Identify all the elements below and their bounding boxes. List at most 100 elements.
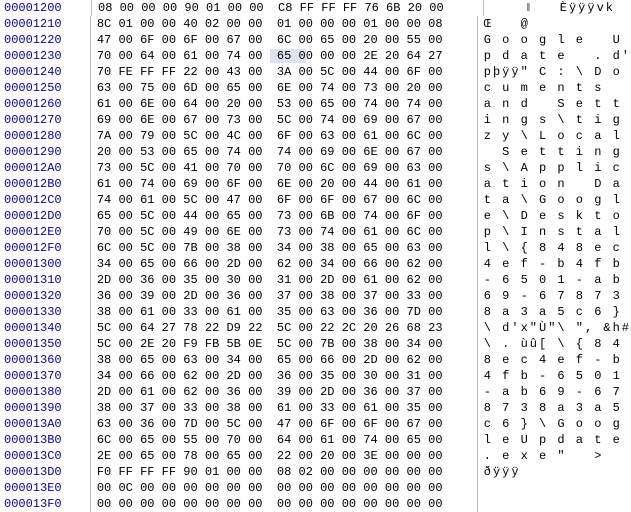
hex-cell[interactable]: 69 00 6E 00 67 00 73 00 5C 00 74 00 69 0… xyxy=(91,112,478,128)
ascii-cell[interactable]: - a b 6 9 - 6 7 xyxy=(478,384,631,400)
hex-row[interactable]: 000012108C 01 00 00 40 02 00 00 01 00 00… xyxy=(0,16,631,32)
hex-cell[interactable]: 7A 00 79 00 5C 00 4C 00 6F 00 63 00 61 0… xyxy=(91,128,478,144)
hex-cell[interactable]: 61 00 74 00 69 00 6F 00 6E 00 20 00 44 0… xyxy=(91,176,478,192)
hex-row[interactable]: 000012D065 00 5C 00 44 00 65 00 73 00 6B… xyxy=(0,208,631,224)
ascii-cell[interactable]: z y \ L o c a l xyxy=(478,128,631,144)
ascii-cell[interactable]: a t i o n D a xyxy=(478,176,631,192)
ascii-cell[interactable]: 8 a 3 a 5 c 6 } xyxy=(478,304,631,320)
hex-row[interactable]: 000013F000 00 00 00 00 00 00 00 00 00 00… xyxy=(0,496,631,512)
ascii-cell[interactable]: 8 7 3 8 a 3 a 5 xyxy=(478,400,631,416)
hex-cell[interactable]: 74 00 61 00 5C 00 47 00 6F 00 6F 00 67 0… xyxy=(91,192,478,208)
ascii-cell[interactable]: 4 e f - b 4 f b xyxy=(478,256,631,272)
ascii-cell[interactable]: S e t t i n g xyxy=(478,144,631,160)
hex-row[interactable]: 000012A073 00 5C 00 41 00 70 00 70 00 6C… xyxy=(0,160,631,176)
ascii-cell[interactable]: ‖ Èÿÿÿvk xyxy=(484,0,624,16)
hex-row[interactable]: 0000136038 00 65 00 63 00 34 00 65 00 66… xyxy=(0,352,631,368)
ascii-cell[interactable]: l \ { 8 4 8 e c xyxy=(478,240,631,256)
ascii-cell[interactable]: \ d'x"Ù"\ ", &h# xyxy=(478,320,631,336)
ascii-cell[interactable]: p d a t e . d' xyxy=(478,48,631,64)
hex-row[interactable]: 000012807A 00 79 00 5C 00 4C 00 6F 00 63… xyxy=(0,128,631,144)
hex-cell[interactable]: 2D 00 61 00 62 00 36 00 39 00 2D 00 36 0… xyxy=(91,384,478,400)
hex-row[interactable]: 0000127069 00 6E 00 67 00 73 00 5C 00 74… xyxy=(0,112,631,128)
ascii-cell[interactable]: Œ @ xyxy=(478,16,631,32)
hex-cell[interactable]: 73 00 5C 00 41 00 70 00 70 00 6C 00 69 0… xyxy=(91,160,478,176)
ascii-cell[interactable] xyxy=(478,496,631,512)
ascii-cell[interactable]: e \ D e s k t o xyxy=(478,208,631,224)
hex-cell[interactable]: 2E 00 65 00 78 00 65 00 22 00 20 00 3E 0… xyxy=(91,448,478,464)
ascii-cell[interactable]: l e U p d a t e xyxy=(478,432,631,448)
hex-row[interactable]: 000012C074 00 61 00 5C 00 47 00 6F 00 6F… xyxy=(0,192,631,208)
hex-row[interactable]: 0000129020 00 53 00 65 00 74 00 74 00 69… xyxy=(0,144,631,160)
hex-row[interactable]: 000013802D 00 61 00 62 00 36 00 39 00 2D… xyxy=(0,384,631,400)
hex-cell[interactable]: 38 00 37 00 33 00 38 00 61 00 33 00 61 0… xyxy=(91,400,478,416)
ascii-cell[interactable]: p \ I n s t a l xyxy=(478,224,631,240)
hex-row[interactable]: 0000126061 00 6E 00 64 00 20 00 53 00 65… xyxy=(0,96,631,112)
hex-cell[interactable]: 5C 00 2E 20 F9 FB 5B 0E 5C 00 7B 00 38 0… xyxy=(91,336,478,352)
hex-cell[interactable]: 6C 00 65 00 55 00 70 00 64 00 61 00 74 0… xyxy=(91,432,478,448)
hex-cell[interactable]: 36 00 39 00 2D 00 36 00 37 00 38 00 37 0… xyxy=(91,288,478,304)
hex-cell[interactable]: 2D 00 36 00 35 00 30 00 31 00 2D 00 61 0… xyxy=(91,272,478,288)
hex-row[interactable]: 0000130034 00 65 00 66 00 2D 00 62 00 34… xyxy=(0,256,631,272)
ascii-cell[interactable]: - 6 5 0 1 - a b xyxy=(478,272,631,288)
hex-cell[interactable]: 65 00 5C 00 44 00 65 00 73 00 6B 00 74 0… xyxy=(91,208,478,224)
hex-cell[interactable]: 6C 00 5C 00 7B 00 38 00 34 00 38 00 65 0… xyxy=(91,240,478,256)
hex-cell[interactable]: 70 FE FF FF 22 00 43 00 3A 00 5C 00 44 0… xyxy=(91,64,478,80)
hex-row[interactable]: 000013E000 0C 00 00 00 00 00 00 00 00 00… xyxy=(0,480,631,496)
hex-viewer[interactable]: 0000120008 00 00 00 90 01 00 00 C8 FF FF… xyxy=(0,0,631,512)
hex-cell[interactable]: 8C 01 00 00 40 02 00 00 01 00 00 00 01 0… xyxy=(91,16,478,32)
ascii-cell[interactable]: c u m e n t s xyxy=(478,80,631,96)
ascii-cell[interactable]: 6 9 - 6 7 8 7 3 xyxy=(478,288,631,304)
hex-cell[interactable]: 38 00 61 00 33 00 61 00 35 00 63 00 36 0… xyxy=(91,304,478,320)
ascii-cell[interactable]: c 6 } \ G o o g xyxy=(478,416,631,432)
hex-row[interactable]: 000013B06C 00 65 00 55 00 70 00 64 00 61… xyxy=(0,432,631,448)
offset-cell: 000013F0 xyxy=(0,496,91,512)
hex-row[interactable]: 0000132036 00 39 00 2D 00 36 00 37 00 38… xyxy=(0,288,631,304)
hex-cell[interactable]: 63 00 75 00 6D 00 65 00 6E 00 74 00 73 0… xyxy=(91,80,478,96)
ascii-cell[interactable]: ðÿÿÿ xyxy=(478,464,631,480)
hex-row[interactable]: 000012B061 00 74 00 69 00 6F 00 6E 00 20… xyxy=(0,176,631,192)
hex-cell[interactable]: 70 00 5C 00 49 00 6E 00 73 00 74 00 61 0… xyxy=(91,224,478,240)
hex-cell[interactable]: 00 00 00 00 00 00 00 00 00 00 00 00 00 0… xyxy=(91,496,478,512)
hex-cell[interactable]: 00 0C 00 00 00 00 00 00 00 00 00 00 00 0… xyxy=(91,480,478,496)
ascii-cell[interactable]: i n g s \ t i g xyxy=(478,112,631,128)
hex-cell[interactable]: 08 00 00 00 90 01 00 00 C8 FF FF FF 76 6… xyxy=(92,0,484,16)
ascii-cell[interactable] xyxy=(478,480,631,496)
hex-row[interactable]: 000013C02E 00 65 00 78 00 65 00 22 00 20… xyxy=(0,448,631,464)
ascii-cell[interactable]: 4 f b - 6 5 0 1 xyxy=(478,368,631,384)
hex-row[interactable]: 000013405C 00 64 27 78 22 D9 22 5C 00 22… xyxy=(0,320,631,336)
ascii-cell[interactable]: a n d S e t t xyxy=(478,96,631,112)
hex-row[interactable]: 0000124070 FE FF FF 22 00 43 00 3A 00 5C… xyxy=(0,64,631,80)
ascii-cell[interactable]: \ . ùû[ \ { 8 4 xyxy=(478,336,631,352)
hex-cell[interactable]: 70 00 64 00 61 00 74 00 65 00 00 00 2E 2… xyxy=(91,48,478,64)
ascii-cell[interactable]: 8 e c 4 e f - b xyxy=(478,352,631,368)
ascii-cell[interactable]: G o o g l e U xyxy=(478,32,631,48)
hex-row[interactable]: 0000120008 00 00 00 90 01 00 00 C8 FF FF… xyxy=(0,0,631,16)
hex-row[interactable]: 000013505C 00 2E 20 F9 FB 5B 0E 5C 00 7B… xyxy=(0,336,631,352)
hex-cell[interactable]: F0 FF FF FF 90 01 00 00 08 02 00 00 00 0… xyxy=(91,464,478,480)
hex-cell[interactable]: 38 00 65 00 63 00 34 00 65 00 66 00 2D 0… xyxy=(91,352,478,368)
hex-row[interactable]: 000013102D 00 36 00 35 00 30 00 31 00 2D… xyxy=(0,272,631,288)
offset-cell: 00001250 xyxy=(0,80,91,96)
hex-row[interactable]: 000012F06C 00 5C 00 7B 00 38 00 34 00 38… xyxy=(0,240,631,256)
hex-row[interactable]: 0000133038 00 61 00 33 00 61 00 35 00 63… xyxy=(0,304,631,320)
hex-row[interactable]: 0000123070 00 64 00 61 00 74 00 65 00 00… xyxy=(0,48,631,64)
ascii-cell[interactable]: s \ A p p l i c xyxy=(478,160,631,176)
hex-row[interactable]: 000012E070 00 5C 00 49 00 6E 00 73 00 74… xyxy=(0,224,631,240)
hex-cell[interactable]: 61 00 6E 00 64 00 20 00 53 00 65 00 74 0… xyxy=(91,96,478,112)
hex-cell[interactable]: 20 00 53 00 65 00 74 00 74 00 69 00 6E 0… xyxy=(91,144,478,160)
offset-cell: 000012F0 xyxy=(0,240,91,256)
hex-row[interactable]: 000013A063 00 36 00 7D 00 5C 00 47 00 6F… xyxy=(0,416,631,432)
hex-cell[interactable]: 63 00 36 00 7D 00 5C 00 47 00 6F 00 6F 0… xyxy=(91,416,478,432)
hex-row[interactable]: 0000122047 00 6F 00 6F 00 67 00 6C 00 65… xyxy=(0,32,631,48)
hex-row[interactable]: 0000125063 00 75 00 6D 00 65 00 6E 00 74… xyxy=(0,80,631,96)
ascii-cell[interactable]: . e x e " > xyxy=(478,448,631,464)
hex-row[interactable]: 000013D0F0 FF FF FF 90 01 00 00 08 02 00… xyxy=(0,464,631,480)
hex-row[interactable]: 0000139038 00 37 00 33 00 38 00 61 00 33… xyxy=(0,400,631,416)
hex-cell[interactable]: 5C 00 64 27 78 22 D9 22 5C 00 22 2C 20 2… xyxy=(91,320,478,336)
ascii-cell[interactable]: pþÿÿ" C : \ D o xyxy=(478,64,631,80)
hex-row[interactable]: 0000137034 00 66 00 62 00 2D 00 36 00 35… xyxy=(0,368,631,384)
hex-cell[interactable]: 47 00 6F 00 6F 00 67 00 6C 00 65 00 20 0… xyxy=(91,32,478,48)
hex-cell[interactable]: 34 00 65 00 66 00 2D 00 62 00 34 00 66 0… xyxy=(91,256,478,272)
hex-cell[interactable]: 34 00 66 00 62 00 2D 00 36 00 35 00 30 0… xyxy=(91,368,478,384)
ascii-cell[interactable]: t a \ G o o g l xyxy=(478,192,631,208)
